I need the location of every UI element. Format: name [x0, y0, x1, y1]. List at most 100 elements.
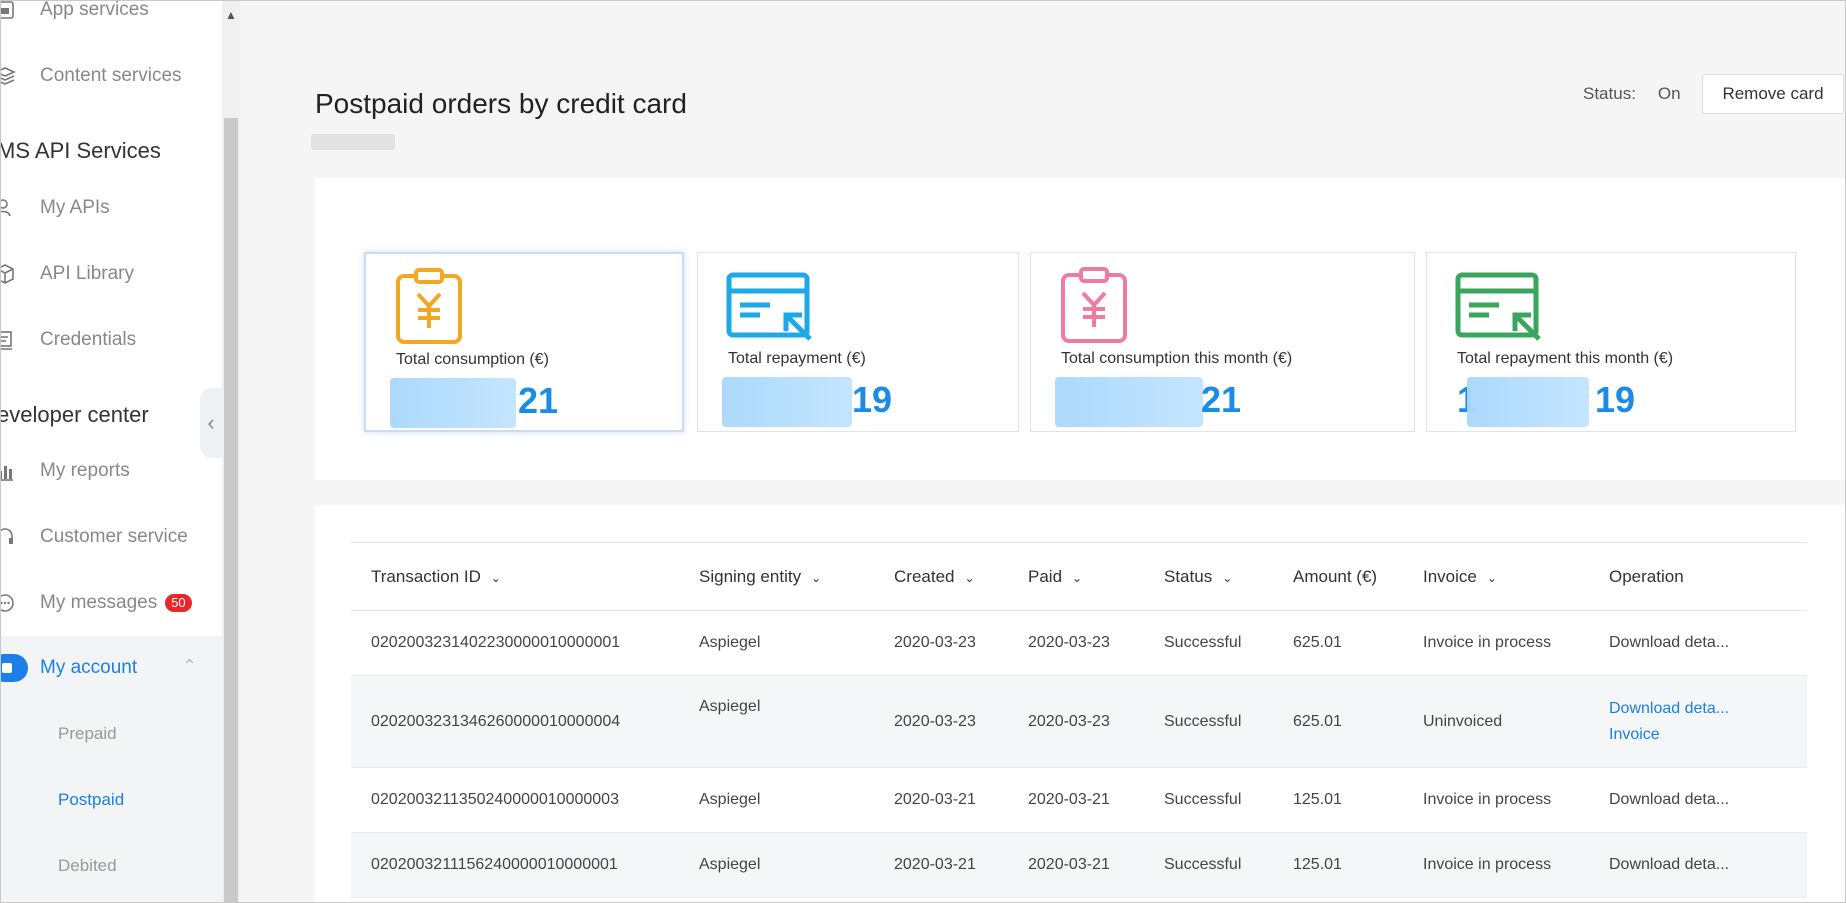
- transaction-id-link[interactable]: 0202003211156240000010000001: [351, 832, 679, 898]
- cell-amount: 625.01: [1273, 610, 1403, 676]
- cell-entity: Aspiegel: [679, 610, 874, 676]
- credentials-icon: [0, 331, 12, 350]
- chevron-down-icon[interactable]: ⌄: [811, 571, 821, 585]
- chat-icon: [0, 594, 14, 612]
- cell-status: Successful: [1144, 767, 1273, 833]
- cell-amount: 125.01: [1273, 767, 1403, 833]
- cell-amount: 625.01: [1273, 675, 1403, 768]
- chevron-down-icon[interactable]: ⌄: [964, 571, 974, 585]
- sidebar-item-label: My messages: [40, 592, 158, 613]
- sidebar-item-credentials[interactable]: Credentials: [0, 320, 222, 360]
- cell-paid: 2020-03-21: [1008, 767, 1144, 833]
- summary-card-total-consumption[interactable]: Total consumption (€) 21: [364, 252, 684, 432]
- sidebar-item-api-library[interactable]: API Library: [0, 254, 222, 294]
- transaction-id-link[interactable]: 0202003231346260000010000004: [351, 675, 679, 768]
- clipboard-yen-icon: [396, 268, 462, 344]
- sidebar-item-customer-service[interactable]: Customer service: [0, 517, 222, 557]
- header-label: Amount (€): [1293, 566, 1378, 586]
- table-row: 0202003211350240000010000003 Aspiegel 20…: [351, 767, 1807, 833]
- cell-paid: 2020-03-23: [1008, 675, 1144, 768]
- headset-icon: [0, 528, 13, 544]
- card-label: Total repayment this month (€): [1457, 350, 1674, 367]
- card-return-icon: [726, 272, 812, 341]
- cell-created: 2020-03-23: [874, 675, 1008, 768]
- sidebar-item-app-services[interactable]: App services: [0, 0, 222, 30]
- cell-status: Successful: [1144, 610, 1273, 676]
- collapse-sidebar-icon[interactable]: ‹: [200, 388, 222, 458]
- chevron-down-icon[interactable]: ⌄: [491, 571, 501, 585]
- sidebar-item-my-messages[interactable]: My messages 50: [0, 583, 222, 623]
- card-label: Total repayment (€): [728, 350, 866, 367]
- chevron-down-icon[interactable]: ⌄: [1487, 571, 1497, 585]
- sidebar-item-label: App services: [40, 0, 149, 20]
- sidebar: App services Content services MS API Ser…: [0, 0, 222, 903]
- cell-entity: Aspiegel: [679, 832, 874, 898]
- section-api-services: MS API Services: [0, 138, 161, 163]
- cell-created: 2020-03-21: [874, 832, 1008, 898]
- download-details-link[interactable]: Download deta...: [1589, 610, 1807, 676]
- table-header-row: Transaction ID ⌄ Signing entity ⌄ Created ⌄…: [351, 542, 1807, 611]
- clipboard-yen-icon: [1061, 267, 1127, 343]
- cell-paid: 2020-03-23: [1008, 610, 1144, 676]
- invoice-link[interactable]: Invoice: [1609, 722, 1807, 748]
- transactions-table: Transaction ID ⌄ Signing entity ⌄ Created ⌄…: [351, 542, 1807, 898]
- chevron-down-icon[interactable]: ⌄: [1072, 571, 1082, 585]
- cell-invoice: Invoice in process: [1403, 610, 1589, 676]
- download-details-link[interactable]: Download deta...: [1589, 832, 1807, 898]
- sidebar-scrollbar-thumb[interactable]: [224, 118, 238, 903]
- card-status: Status: On: [1583, 84, 1681, 104]
- card-return-icon: [1455, 272, 1541, 341]
- remove-card-button[interactable]: Remove card: [1702, 74, 1844, 114]
- table-row: 0202003231402230000010000001 Aspiegel 20…: [351, 610, 1807, 676]
- table-row: 0202003211156240000010000001 Aspiegel 20…: [351, 832, 1807, 898]
- transaction-id-link[interactable]: 0202003211350240000010000003: [351, 767, 679, 833]
- app-icon: [0, 1, 14, 19]
- sidebar-item-label: My account: [40, 657, 138, 678]
- transaction-id-link[interactable]: 0202003231402230000010000001: [351, 610, 679, 676]
- sidebar-item-debited[interactable]: Debited: [58, 856, 117, 876]
- chevron-up-icon[interactable]: ⌃: [182, 656, 197, 677]
- scroll-up-icon[interactable]: ▲: [224, 8, 238, 22]
- status-label: Status:: [1583, 84, 1636, 103]
- col-status[interactable]: Status ⌄: [1144, 542, 1273, 611]
- header-label: Paid: [1028, 566, 1063, 586]
- card-value: 21: [1201, 379, 1242, 420]
- sidebar-item-my-reports[interactable]: My reports: [0, 451, 222, 491]
- summary-card-consumption-month[interactable]: Total consumption this month (€) 21: [1030, 252, 1415, 432]
- cell-status: Successful: [1144, 675, 1273, 768]
- sidebar-item-my-apis[interactable]: My APIs: [0, 188, 222, 228]
- card-label: Total consumption this month (€): [1061, 350, 1293, 367]
- redacted-value: [390, 378, 516, 428]
- header-label: Signing entity: [699, 566, 802, 586]
- cell-entity: Aspiegel: [679, 767, 874, 833]
- download-details-link[interactable]: Download deta...: [1609, 696, 1807, 722]
- col-amount: Amount (€): [1273, 542, 1403, 611]
- section-developer-center: eveloper center: [0, 402, 149, 427]
- summary-card-repayment-month[interactable]: Total repayment this month (€) 1 19: [1426, 252, 1796, 432]
- header-label: Status: [1164, 566, 1213, 586]
- status-value: On: [1657, 84, 1681, 103]
- col-invoice[interactable]: Invoice ⌄: [1403, 542, 1589, 611]
- header-label: Invoice: [1423, 566, 1477, 586]
- cell-created: 2020-03-23: [874, 610, 1008, 676]
- cell-invoice: Invoice in process: [1403, 832, 1589, 898]
- header-label: Created: [894, 566, 955, 586]
- chevron-down-icon[interactable]: ⌄: [1222, 571, 1232, 585]
- col-paid[interactable]: Paid ⌄: [1008, 542, 1144, 611]
- user-api-icon: [0, 199, 11, 217]
- sidebar-item-content-services[interactable]: Content services: [0, 56, 222, 96]
- card-label: Total consumption (€): [396, 351, 549, 368]
- cell-status: Successful: [1144, 832, 1273, 898]
- header-label: Operation: [1609, 566, 1684, 586]
- card-value: 19: [1595, 379, 1636, 420]
- download-details-link[interactable]: Download deta...: [1589, 767, 1807, 833]
- col-created[interactable]: Created ⌄: [874, 542, 1008, 611]
- col-transaction-id[interactable]: Transaction ID ⌄: [351, 542, 679, 611]
- sidebar-item-postpaid[interactable]: Postpaid: [58, 790, 124, 810]
- col-operation: Operation: [1589, 542, 1807, 611]
- sidebar-item-my-account[interactable]: My account ⌃: [0, 648, 222, 688]
- sidebar-item-prepaid[interactable]: Prepaid: [58, 724, 117, 744]
- table-row: 0202003231346260000010000004 Aspiegel 20…: [351, 675, 1807, 768]
- summary-card-total-repayment[interactable]: Total repayment (€) 19: [697, 252, 1019, 432]
- col-signing-entity[interactable]: Signing entity ⌄: [679, 542, 874, 611]
